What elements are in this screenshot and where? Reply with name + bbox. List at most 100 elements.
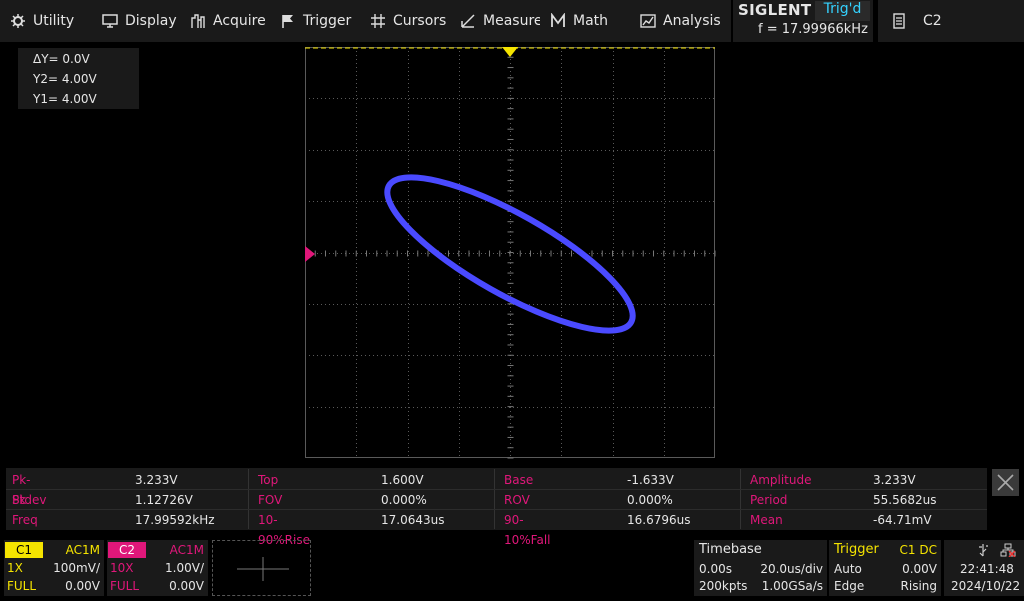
trigger-panel[interactable]: Trigger C1 DC Auto 0.00V Edge Rising <box>829 540 941 596</box>
measurement-separator <box>740 469 741 529</box>
channel-c2-probe: 10X <box>110 561 134 575</box>
measure-icon <box>460 13 476 29</box>
cursor-delta-y: ΔY= 0.0V <box>33 52 90 66</box>
measurement-value: -64.71mV <box>873 513 932 527</box>
menu-display[interactable]: Display <box>90 0 180 42</box>
menu-analysis-label: Analysis <box>663 13 721 29</box>
center-axis-ticks <box>305 47 716 459</box>
measurement-row-divider <box>6 489 987 490</box>
timebase-panel[interactable]: Timebase 0.00s 20.0us/div 200kpts 1.00GS… <box>694 540 827 596</box>
measurement-separator <box>494 469 495 529</box>
channel-c1-tag: C1 <box>5 542 43 558</box>
measurement-label: Period <box>750 493 788 507</box>
menu-math-label: Math <box>573 13 609 29</box>
clock-time: 22:41:48 <box>960 562 1014 576</box>
trigger-status-badge: Trig'd <box>815 1 870 21</box>
trigger-type: Edge <box>834 579 865 593</box>
trigger-position-marker[interactable] <box>502 47 518 57</box>
measurement-value: 3.233V <box>873 473 916 487</box>
timebase-scale: 20.0us/div <box>760 562 823 576</box>
menu-utility-label: Utility <box>33 13 75 29</box>
timebase-sample-rate: 1.00GSa/s <box>761 579 823 593</box>
clock-date: 2024/10/22 <box>951 579 1021 593</box>
channel-c2-coupling: AC1M <box>169 543 204 557</box>
measurement-value: 1.600V <box>381 473 424 487</box>
cursor-y2: Y2= 4.00V <box>33 72 97 86</box>
trigger-source: C1 DC <box>899 543 937 557</box>
usb-icon <box>977 543 989 561</box>
analysis-icon <box>640 13 656 29</box>
network-icon <box>1000 543 1016 561</box>
menu-trigger-label: Trigger <box>303 13 352 29</box>
measurement-value: 0.000% <box>627 493 673 507</box>
channel-tab-label: C2 <box>923 13 942 29</box>
display-icon <box>102 13 118 29</box>
measurement-value: 0.000% <box>381 493 427 507</box>
acquire-icon <box>190 13 206 29</box>
add-channel-button[interactable] <box>212 540 311 596</box>
timebase-memory: 200kpts <box>699 579 748 593</box>
channel-c1-offset: 0.00V <box>65 579 100 593</box>
channel-c1-panel[interactable]: C1 AC1M 1X 100mV/ FULL 0.00V <box>4 540 104 596</box>
menu-math[interactable]: Math <box>540 0 630 42</box>
channel-c2-panel[interactable]: C2 AC1M 10X 1.00V/ FULL 0.00V <box>107 540 208 596</box>
channel-c1-probe: 1X <box>7 561 23 575</box>
measurement-label: Base <box>504 473 534 487</box>
measurement-value: 17.99592kHz <box>135 513 215 527</box>
menu-cursors-label: Cursors <box>393 13 447 29</box>
measurement-row-divider <box>6 509 987 510</box>
measurement-label: 90-10%Fall <box>504 513 551 547</box>
cursor-readout: ΔY= 0.0V Y2= 4.00V Y1= 4.00V <box>18 48 139 109</box>
measurement-close-button[interactable] <box>992 469 1019 496</box>
channel-offset-marker[interactable] <box>305 246 315 262</box>
channel-c1-bandwidth: FULL <box>7 579 37 593</box>
timebase-delay: 0.00s <box>699 562 732 576</box>
measurement-label: Amplitude <box>750 473 812 487</box>
channel-c2-scale: 1.00V/ <box>165 561 204 575</box>
measurement-value: 55.5682us <box>873 493 937 507</box>
trigger-mode: Auto <box>834 562 862 576</box>
measurement-label: Pk-Pk <box>12 473 31 507</box>
document-icon <box>893 13 905 33</box>
channel-c2-tag: C2 <box>108 542 146 558</box>
measurement-separator <box>248 469 249 529</box>
trigger-flag-icon <box>280 13 296 29</box>
cursors-icon <box>370 13 386 29</box>
measurement-label: Mean <box>750 513 783 527</box>
menu-utility[interactable]: Utility <box>0 0 90 42</box>
measurement-label: Stdev <box>12 493 47 507</box>
measurement-label: Freq <box>12 513 38 527</box>
timebase-title: Timebase <box>699 542 762 557</box>
measurement-label: Top <box>258 473 279 487</box>
trigger-title: Trigger <box>834 542 879 557</box>
measurement-value: 17.0643us <box>381 513 445 527</box>
menu-trigger[interactable]: Trigger <box>270 0 360 42</box>
channel-c2-offset: 0.00V <box>169 579 204 593</box>
channel-c2-bandwidth: FULL <box>110 579 140 593</box>
menu-analysis[interactable]: Analysis <box>630 0 731 42</box>
measurement-label: FOV <box>258 493 283 507</box>
measurement-value: 3.233V <box>135 473 178 487</box>
siglent-logo: SIGLENT <box>738 1 812 19</box>
close-icon <box>997 474 1014 491</box>
channel-c1-scale: 100mV/ <box>53 561 100 575</box>
measurement-label: 10-90%Rise <box>258 513 310 547</box>
channel-c1-coupling: AC1M <box>65 543 100 557</box>
waveform-grid[interactable] <box>305 47 717 461</box>
plus-icon <box>237 557 289 581</box>
menu-measure[interactable]: Measure <box>450 0 543 42</box>
menu-display-label: Display <box>125 13 177 29</box>
measurement-label: ROV <box>504 493 530 507</box>
menu-acquire[interactable]: Acquire <box>180 0 270 42</box>
menu-measure-label: Measure <box>483 13 543 29</box>
menu-cursors[interactable]: Cursors <box>360 0 450 42</box>
measurement-value: 1.12726V <box>135 493 193 507</box>
measurement-value: 16.6796us <box>627 513 691 527</box>
utility-icon <box>10 13 26 29</box>
measurement-value: -1.633V <box>627 473 674 487</box>
status-clock-panel[interactable]: 22:41:48 2024/10/22 <box>944 540 1024 596</box>
trigger-level: 0.00V <box>902 562 937 576</box>
menu-acquire-label: Acquire <box>213 13 266 29</box>
frequency-counter: f = 17.99966kHz <box>758 22 868 37</box>
trigger-slope: Rising <box>900 579 937 593</box>
